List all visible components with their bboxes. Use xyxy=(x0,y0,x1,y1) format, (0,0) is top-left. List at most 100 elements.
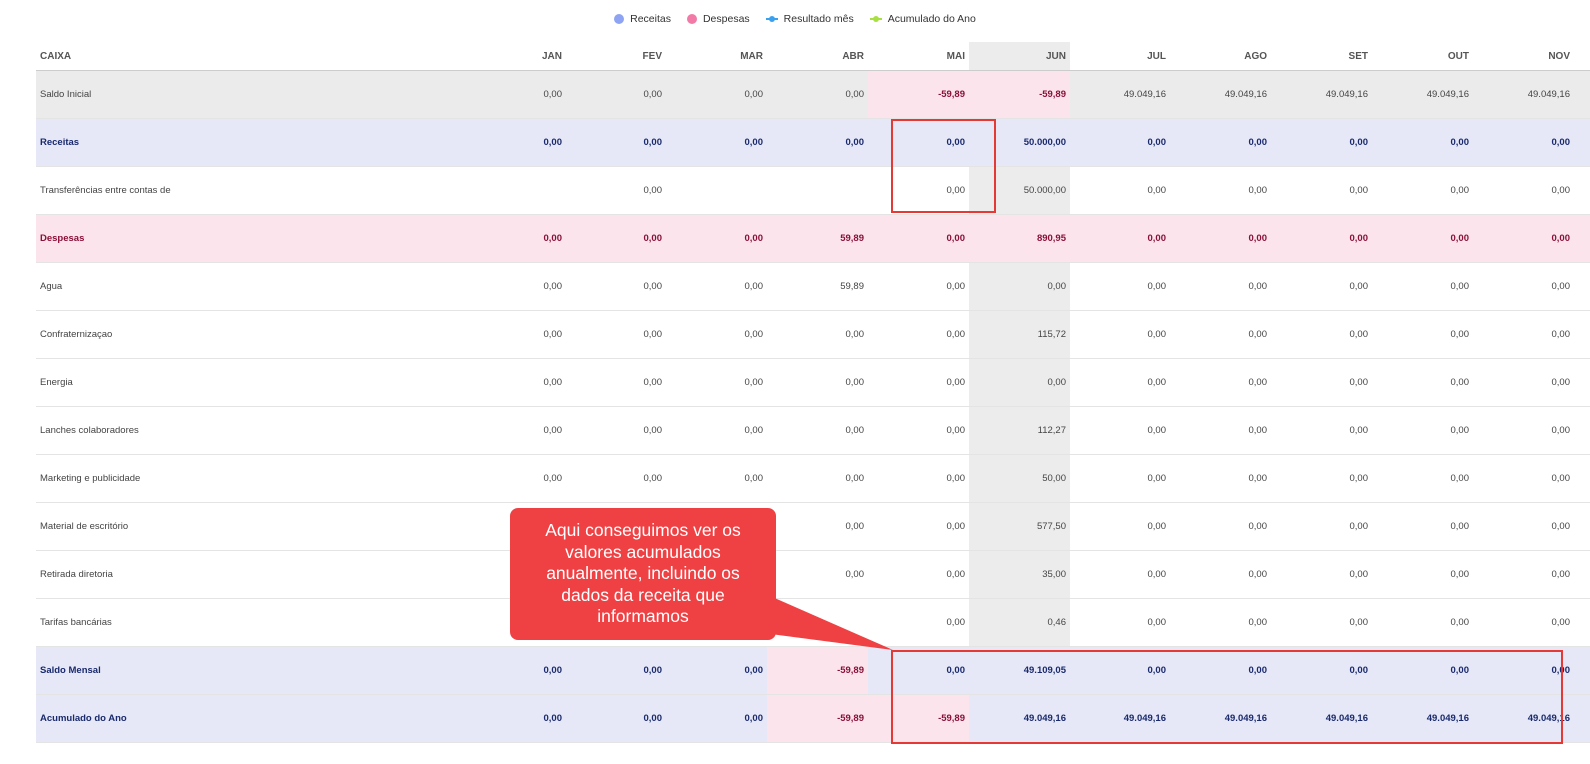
table-cell: 59,89 xyxy=(767,214,868,263)
table-row[interactable]: Energia 0,00 0,00 0,00 0,00 0,00 0,00 0,00 0,00 0… xyxy=(36,358,1590,407)
table-row[interactable]: Receitas 0,00 0,00 0,00 0,00 0,00 50.000,00 0,0… xyxy=(36,118,1590,167)
row-label: Marketing e publicidade xyxy=(40,473,141,484)
table-cell: 0,00 xyxy=(1551,521,1571,532)
table-cell: 0,00 xyxy=(1147,329,1167,340)
row-label: Transferências entre contas de xyxy=(40,185,171,196)
table-cell: 0,00 xyxy=(543,281,563,292)
table-cell: 0,00 xyxy=(1170,214,1271,263)
table-cell: 0,00 xyxy=(1574,455,1590,503)
table-cell: 0,00 xyxy=(1473,214,1574,263)
table-cell: 0,00 xyxy=(643,329,663,340)
table-cell: 0,00 xyxy=(1551,185,1571,196)
table-cell: 0,00 xyxy=(266,214,566,263)
table-cell: 0,00 xyxy=(1147,473,1167,484)
table-cell: 0,00 xyxy=(1248,377,1268,388)
table-cell: 0,00 xyxy=(1450,617,1470,628)
table-cell: 0,00 xyxy=(1349,329,1369,340)
table-cell: 0,00 xyxy=(845,329,865,340)
table-cell: 49.049,16 xyxy=(1271,70,1372,119)
column-header-ago: AGO xyxy=(1170,42,1271,71)
table-row[interactable]: Retirada diretoria0,000,000,0035,000,000… xyxy=(36,550,1590,599)
table-row[interactable]: Despesas 0,00 0,00 0,00 59,89 0,00 890,95 0,00 0… xyxy=(36,214,1590,263)
column-header-jun: JUN xyxy=(969,42,1070,71)
row-label: Saldo Inicial xyxy=(36,70,266,119)
table-cell: 0,00 xyxy=(666,214,767,263)
table-cell: 0,00 xyxy=(1574,503,1590,551)
table-cell: 0,00 xyxy=(946,377,966,388)
row-label: Receitas xyxy=(36,118,266,167)
table-cell: 0,00 xyxy=(643,473,663,484)
table-cell: 0,00 xyxy=(1248,281,1268,292)
table-row[interactable]: Marketing e publicidade 0,00 0,00 0,00 0,00 0… xyxy=(36,454,1590,503)
table-cell: 0,00 xyxy=(744,377,764,388)
table-row[interactable]: Material de escritório0,000,000,00577,50… xyxy=(36,502,1590,551)
table-cell xyxy=(666,167,767,215)
chart-legend: Receitas Despesas Resultado mês Acumulado d… xyxy=(0,13,1590,25)
table-cell: 0,00 xyxy=(744,329,764,340)
table-cell: 0,00 xyxy=(1551,569,1571,580)
highlight-box-receitas-jun xyxy=(891,119,996,213)
table-cell: 0,00 xyxy=(666,646,767,695)
legend-item[interactable]: Receitas xyxy=(614,13,671,25)
row-label: Retirada diretoria xyxy=(40,569,113,580)
table-row[interactable]: Transferências entre contas de 0,00 0,00 50… xyxy=(36,166,1590,215)
column-header-dez: DEZ xyxy=(1574,42,1590,71)
table-cell: 0,00 xyxy=(767,118,868,167)
column-header-abr: ABR xyxy=(767,42,868,71)
table-cell: 0,00 xyxy=(1473,118,1574,167)
table-cell: 112,27 xyxy=(969,406,1070,455)
table-cell: 0,00 xyxy=(1574,407,1590,455)
table-cell: 0,00 xyxy=(845,473,865,484)
table-cell: 0,00 xyxy=(1147,521,1167,532)
table-cell: 0,00 xyxy=(946,473,966,484)
table-cell: 577,50 xyxy=(969,502,1070,551)
table-cell: 0,00 xyxy=(1574,551,1590,599)
table-row[interactable]: Lanches colaboradores 0,00 0,00 0,00 0,00 0,0… xyxy=(36,406,1590,455)
legend-line-icon xyxy=(869,14,882,24)
column-header-mar: MAR xyxy=(666,42,767,71)
callout-text: Aqui conseguimos ver os valores acumulad… xyxy=(545,520,741,627)
table-cell: 0,00 xyxy=(566,214,666,263)
table-cell: 0,00 xyxy=(1271,118,1372,167)
table-cell: 0,00 xyxy=(1248,185,1268,196)
table-cell: 0,00 xyxy=(566,70,666,119)
legend-label: Receitas xyxy=(630,13,671,25)
table-cell: 0,00 xyxy=(1170,118,1271,167)
table-cell xyxy=(767,167,868,215)
table-cell: 0,00 xyxy=(1070,118,1170,167)
table-cell: 0,00 xyxy=(1271,214,1372,263)
legend-item[interactable]: Acumulado do Ano xyxy=(869,13,976,25)
table-cell: 0,00 xyxy=(1450,329,1470,340)
table-cell: 0,00 xyxy=(1450,425,1470,436)
table-cell: -59,89 xyxy=(868,70,969,119)
table-cell: 0,00 xyxy=(1248,521,1268,532)
legend-item[interactable]: Resultado mês xyxy=(765,13,854,25)
table-row[interactable]: Agua 0,00 0,00 0,00 59,89 0,00 0,00 0,00 0,00 0,0… xyxy=(36,262,1590,311)
table-cell: 49.049,16 xyxy=(1473,70,1574,119)
column-header-jan: JAN xyxy=(266,42,566,71)
row-label: Energia xyxy=(40,377,73,388)
table-cell: 115,72 xyxy=(969,310,1070,359)
table-row[interactable]: Confraternizaçao 0,00 0,00 0,00 0,00 0,00 115,… xyxy=(36,310,1590,359)
table-row[interactable]: Saldo Inicial 0,00 0,00 0,00 0,00 -59,89 -59,8… xyxy=(36,70,1590,119)
table-cell: 0,00 xyxy=(1349,185,1369,196)
row-label: Material de escritório xyxy=(40,521,129,532)
table-cell: 50,00 xyxy=(969,454,1070,503)
table-cell: 0,00 xyxy=(543,329,563,340)
table-row[interactable]: Tarifas bancárias0,000,000,460,000,000,0… xyxy=(36,598,1590,647)
table-cell: 0,00 xyxy=(946,617,966,628)
table-cell: 0,00 xyxy=(1574,118,1590,167)
table-cell: 0,00 xyxy=(845,569,865,580)
column-header-nov: NOV xyxy=(1473,42,1574,71)
row-label: Tarifas bancárias xyxy=(40,617,112,628)
table-cell: 0,00 xyxy=(1248,329,1268,340)
table-cell: 0,00 xyxy=(1147,569,1167,580)
column-header-caixa: CAIXA xyxy=(36,42,266,71)
legend-label: Despesas xyxy=(702,13,750,25)
table-cell: 0,00 xyxy=(666,118,767,167)
legend-item[interactable]: Despesas xyxy=(686,13,750,25)
table-cell: 0,00 xyxy=(1349,569,1369,580)
table-cell: 0,00 xyxy=(1574,167,1590,215)
legend-dot-icon xyxy=(614,14,625,24)
table-cell: 0,00 xyxy=(1248,569,1268,580)
